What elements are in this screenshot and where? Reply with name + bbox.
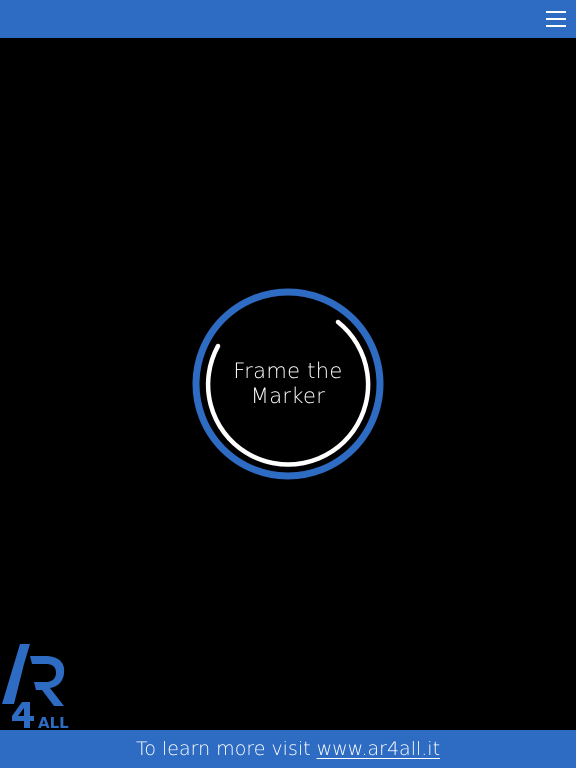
- marker-scanner: Frame the Marker: [192, 288, 384, 480]
- scanner-text-line1: Frame the: [233, 359, 343, 383]
- scanner-instruction: Frame the Marker: [192, 288, 384, 480]
- hamburger-menu-icon[interactable]: [546, 9, 566, 29]
- logo-all-text: ALL: [38, 714, 69, 730]
- menu-line: [546, 18, 566, 20]
- top-bar: [0, 0, 576, 38]
- website-link[interactable]: www.ar4all.it: [317, 738, 440, 760]
- app-screen: Frame the Marker ALL To learn more visit…: [0, 0, 576, 768]
- menu-line: [546, 25, 566, 27]
- ar4all-logo-icon: ALL: [2, 644, 69, 732]
- scanner-text-line2: Marker: [250, 384, 326, 408]
- ar4all-logo: ALL: [0, 642, 72, 732]
- footer-bar: To learn more visit www.ar4all.it: [0, 730, 576, 768]
- menu-line: [546, 11, 566, 13]
- footer-text: To learn more visit: [135, 738, 311, 760]
